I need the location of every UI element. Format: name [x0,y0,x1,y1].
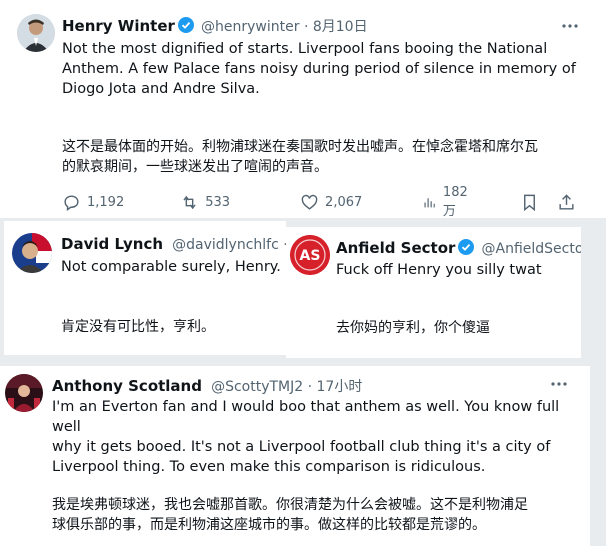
share-icon[interactable] [557,193,576,212]
reply-text-english: Not comparable surely, Henry. [61,259,281,275]
views-chart-icon [424,197,436,207]
views-count: 182万 [442,185,468,219]
reply-card-anthony-scotland[interactable]: Anthony Scotland @ScottyTMJ2 · 17小时 I'm … [0,366,590,546]
more-options-icon[interactable] [549,374,569,394]
reply-text-chinese: 去你妈的亨利，你个傻逼 [336,320,490,336]
reply-header: David Lynch @davidlynchlfc · 8 [61,234,286,253]
reply-text-english: Fuck off Henry you silly twat [336,262,542,278]
author-name[interactable]: Anthony Scotland [52,377,202,395]
reply-icon [64,194,79,211]
author-handle[interactable]: @AnfieldSector [482,241,581,257]
repost-icon [183,195,196,209]
author-handle-date[interactable]: @ScottyTMJ2 · 17小时 [211,379,362,395]
repost-button[interactable]: 533 [180,193,230,212]
avatar-henry-winter[interactable] [17,14,55,52]
author-name[interactable]: Anfield Sector [336,239,455,257]
avatar-anfield-sector[interactable]: AS [290,235,330,275]
like-button[interactable]: 2,067 [300,193,362,212]
repost-count: 533 [205,194,231,210]
bookmark-icon[interactable] [520,193,539,212]
reply-button[interactable]: 1,192 [62,193,124,212]
reply-text-english: I'm an Everton fan and I would boo that … [52,399,560,475]
reply-card-anfield-sector[interactable]: AS Anfield Sector @AnfieldSector Fuck of… [286,227,581,358]
reply-header: Anthony Scotland @ScottyTMJ2 · 17小时 [52,376,542,396]
author-name[interactable]: Henry Winter [62,17,175,35]
verified-badge-icon [458,239,475,255]
author-handle-date[interactable]: @davidlynchlfc · 8 [172,237,286,253]
main-tweet-header: Henry Winter @henrywinter · 8月10日 [62,16,368,36]
like-count: 2,067 [325,194,363,210]
tweet-text-chinese: 这不是最体面的开始。利物浦球迷在奏国歌时发出嘘声。在悼念霍塔和席尔瓦 的默哀期间… [62,139,538,175]
reply-count: 1,192 [87,194,125,210]
share-actions [520,193,576,212]
verified-badge-icon [177,17,194,33]
main-tweet-card[interactable]: Henry Winter @henrywinter · 8月10日 Not th… [0,0,606,219]
reply-card-david-lynch[interactable]: David Lynch @davidlynchlfc · 8 Not compa… [4,221,286,355]
tweet-text-english: Not the most dignified of starts. Liverp… [62,41,576,97]
reply-header: Anfield Sector @AnfieldSector [336,238,581,257]
reply-text-chinese: 我是埃弗顿球迷，我也会嘘那首歌。你很清楚为什么会被嘘。这不是利物浦足 球俱乐部的… [52,497,528,533]
avatar-anthony-scotland[interactable] [5,374,43,412]
author-handle-date[interactable]: @henrywinter · 8月10日 [201,19,368,35]
heart-icon [301,194,318,210]
avatar-monogram: AS [300,248,321,264]
avatar-david-lynch[interactable] [12,233,52,273]
reply-text-chinese: 肯定没有可比性，亨利。 [61,319,215,335]
more-options-icon[interactable] [560,16,580,36]
views-button[interactable]: 182万 [422,185,472,219]
author-name[interactable]: David Lynch [61,235,163,253]
tweet-actions-bar: 1,192 533 2,067 182万 [62,185,576,219]
